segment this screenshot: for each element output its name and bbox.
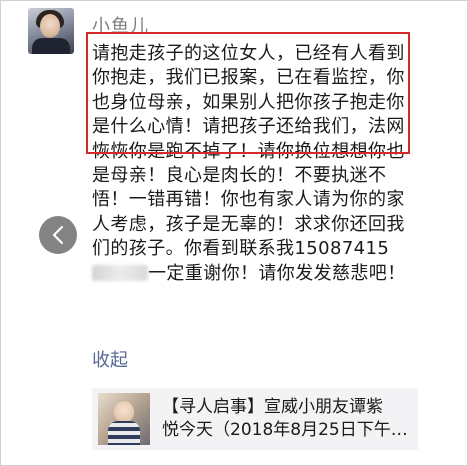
avatar-face <box>40 14 60 38</box>
article-thumbnail <box>98 393 150 445</box>
article-title-line2: 悦今天（2018年8月25日下午3... <box>162 420 414 440</box>
shared-article-card[interactable]: 【寻人启事】宣威小朋友谭紫 悦今天（2018年8月25日下午3... <box>92 388 418 450</box>
avatar[interactable] <box>28 8 74 54</box>
article-title-line1: 【寻人启事】宣威小朋友谭紫 <box>162 397 383 417</box>
collapse-link[interactable]: 收起 <box>92 346 128 372</box>
avatar-shirt <box>32 38 70 54</box>
thumbnail-body <box>108 421 140 445</box>
phone-redaction <box>92 264 148 281</box>
article-title: 【寻人启事】宣威小朋友谭紫 悦今天（2018年8月25日下午3... <box>162 396 414 442</box>
post-text-end: 一定重谢你！请你发发慈悲吧！ <box>148 262 406 284</box>
post-text: 请抱走孩子的这位女人，已经有人看到你抱走，我们已报案，已在看监控，你也身位母亲，… <box>92 42 422 286</box>
chevron-left-icon[interactable] <box>39 216 77 254</box>
chevron-left-glyph <box>52 225 64 245</box>
thumbnail-face <box>114 401 134 423</box>
post-text-main: 请抱走孩子的这位女人，已经有人看到你抱走，我们已报案，已在看监控，你也身位母亲，… <box>92 43 405 260</box>
phone-number[interactable]: 15087415 <box>294 238 389 259</box>
username[interactable]: 小鱼儿 <box>92 12 149 38</box>
